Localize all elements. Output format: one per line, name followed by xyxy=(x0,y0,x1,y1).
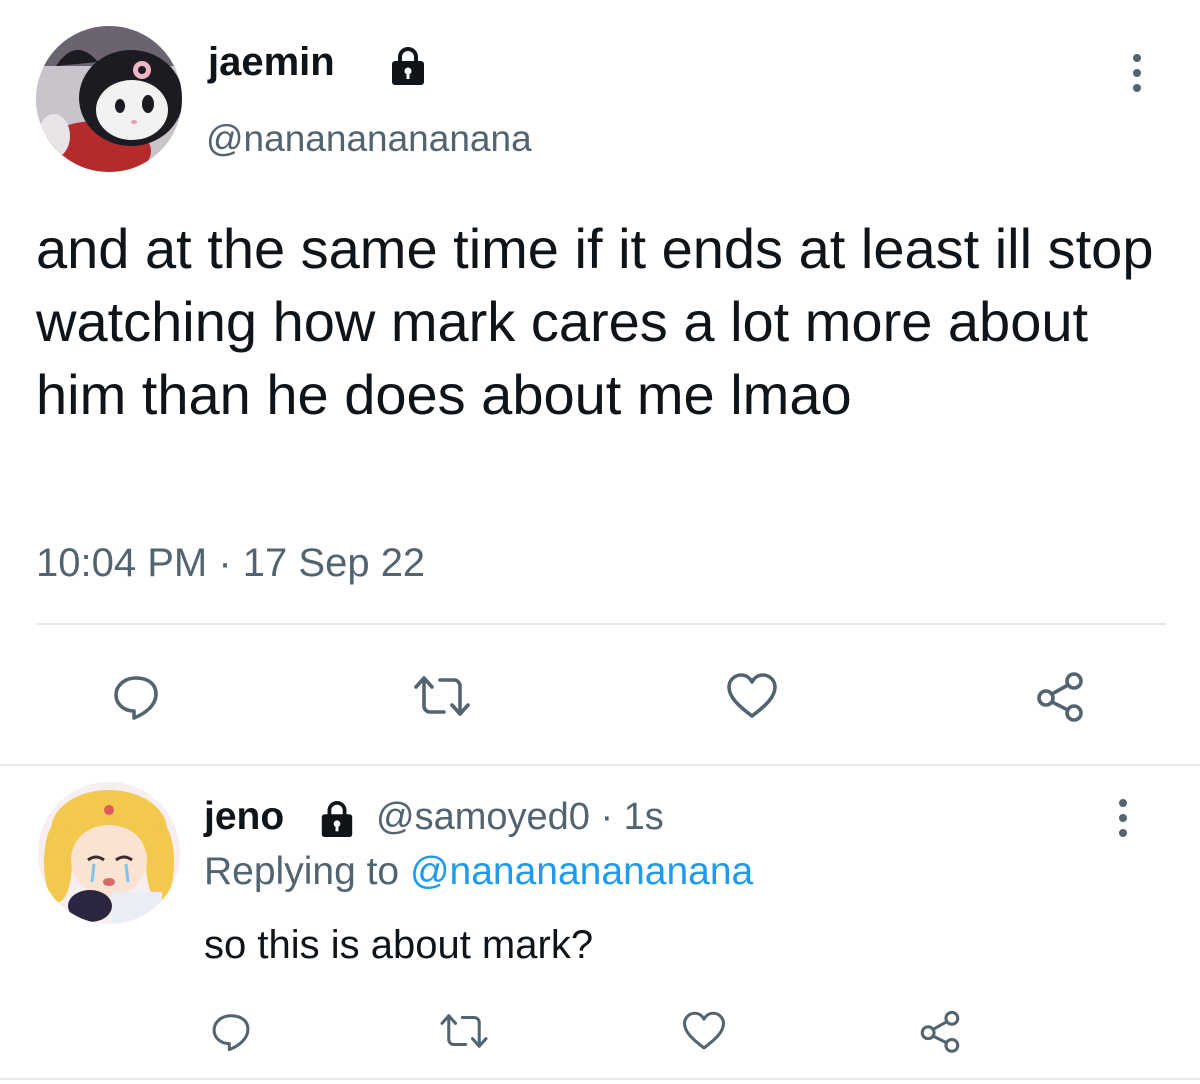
divider xyxy=(0,764,1200,766)
tweet-time: 10:04 PM xyxy=(36,541,208,585)
main-handle[interactable]: @nanananananana xyxy=(206,116,532,162)
tweet-date: 17 Sep 22 xyxy=(242,541,426,585)
kuromi-avatar-icon xyxy=(36,26,182,172)
replying-prefix: Replying to xyxy=(204,850,410,893)
reply-button[interactable] xyxy=(104,664,168,728)
heart-icon xyxy=(683,1011,725,1050)
retweet-icon xyxy=(414,676,470,716)
lock-icon xyxy=(316,800,358,838)
divider xyxy=(0,1078,1200,1080)
lock-icon xyxy=(386,46,430,86)
sailor-moon-avatar-icon xyxy=(38,782,180,924)
reply-avatar[interactable] xyxy=(38,782,180,924)
retweet-button[interactable] xyxy=(410,664,474,728)
divider xyxy=(36,623,1166,625)
like-button[interactable] xyxy=(720,664,784,728)
more-options-icon[interactable] xyxy=(1118,50,1156,96)
tweet-timestamp[interactable]: 10:04 PM · 17 Sep 22 xyxy=(36,538,425,588)
reply-display-name[interactable]: jeno xyxy=(204,794,284,840)
reply-icon xyxy=(212,1014,250,1052)
share-button[interactable] xyxy=(1028,664,1092,728)
reply-text: so this is about mark? xyxy=(204,923,594,967)
main-display-name[interactable]: jaemin xyxy=(208,38,335,86)
more-options-icon[interactable] xyxy=(1104,796,1142,840)
share-button[interactable] xyxy=(912,1004,968,1058)
like-button[interactable] xyxy=(676,1004,732,1058)
reply-icon xyxy=(114,676,158,720)
share-icon xyxy=(1037,672,1083,722)
replying-mention-link[interactable]: @nanananananana xyxy=(410,850,753,893)
replying-to: Replying to @nanananananana xyxy=(204,848,753,896)
reply-button[interactable] xyxy=(204,1004,258,1058)
retweet-icon xyxy=(440,1014,488,1048)
share-icon xyxy=(920,1010,960,1053)
timestamp-separator: · xyxy=(218,541,232,585)
tweet-text: and at the same time if it ends at least… xyxy=(36,217,1154,426)
retweet-button[interactable] xyxy=(436,1004,492,1058)
heart-icon xyxy=(727,673,777,718)
reply-handle-and-time[interactable]: @samoyed0 · 1s xyxy=(376,794,664,840)
main-avatar[interactable] xyxy=(36,26,182,172)
